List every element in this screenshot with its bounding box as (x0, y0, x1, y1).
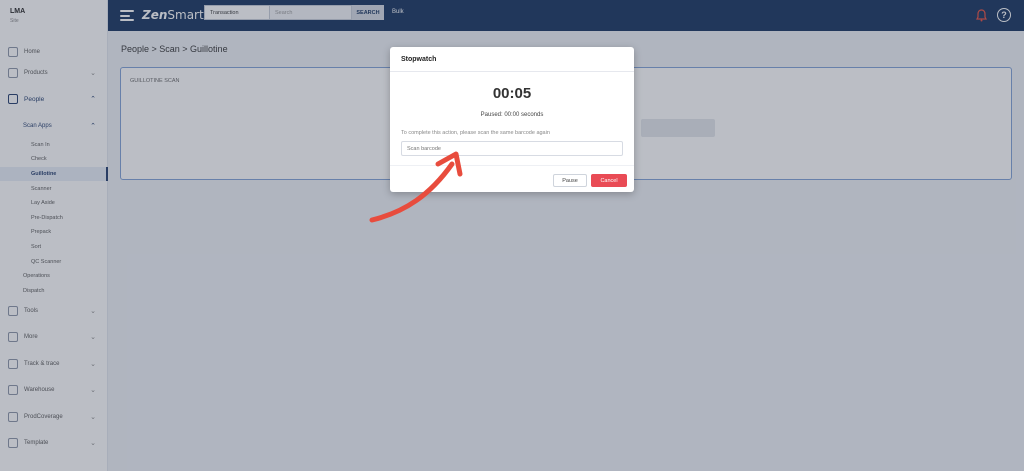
stopwatch-modal: Stopwatch 00:05 Paused: 00:00 seconds To… (390, 47, 634, 192)
pause-button[interactable]: Pause (553, 174, 587, 187)
modal-title: Stopwatch (390, 47, 634, 72)
scan-instruction: To complete this action, please scan the… (401, 130, 550, 136)
stopwatch-timer: 00:05 (492, 85, 532, 102)
cancel-button[interactable]: Cancel (591, 174, 627, 187)
scan-barcode-input[interactable] (401, 141, 623, 156)
divider (390, 165, 634, 166)
paused-status: Paused: 00:00 seconds (480, 112, 544, 118)
